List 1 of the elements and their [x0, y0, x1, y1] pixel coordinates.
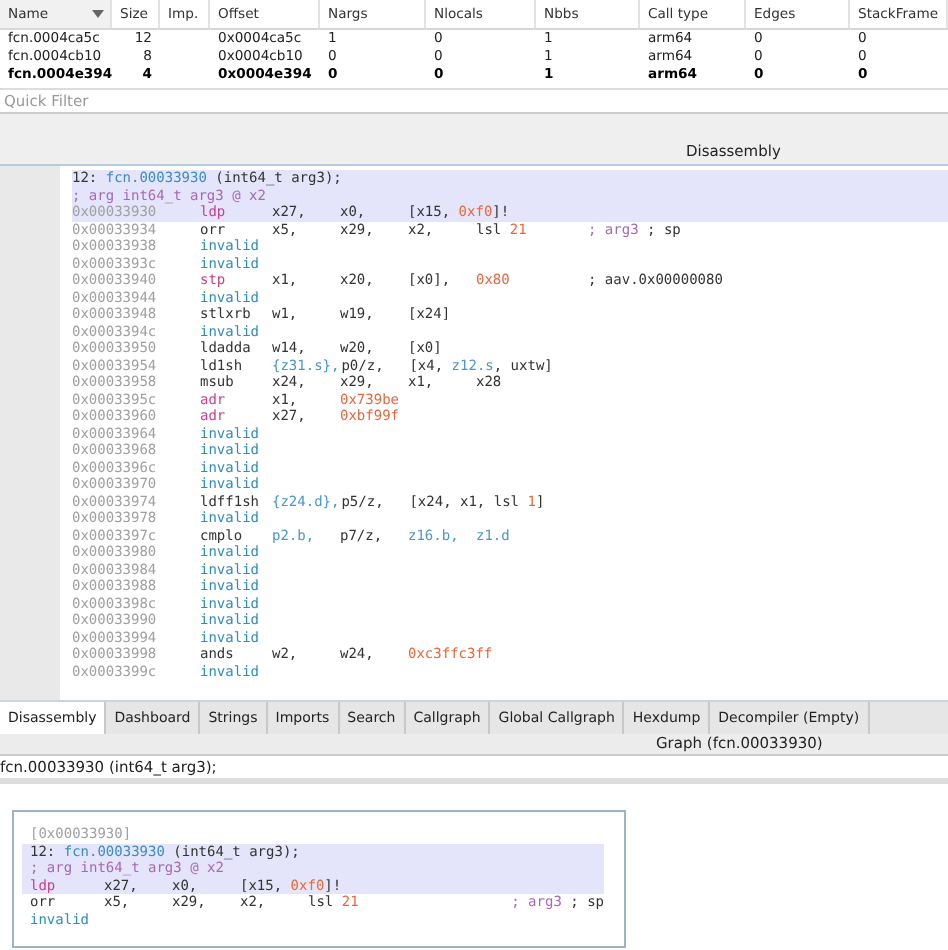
sort-arrow-icon [92, 10, 104, 18]
